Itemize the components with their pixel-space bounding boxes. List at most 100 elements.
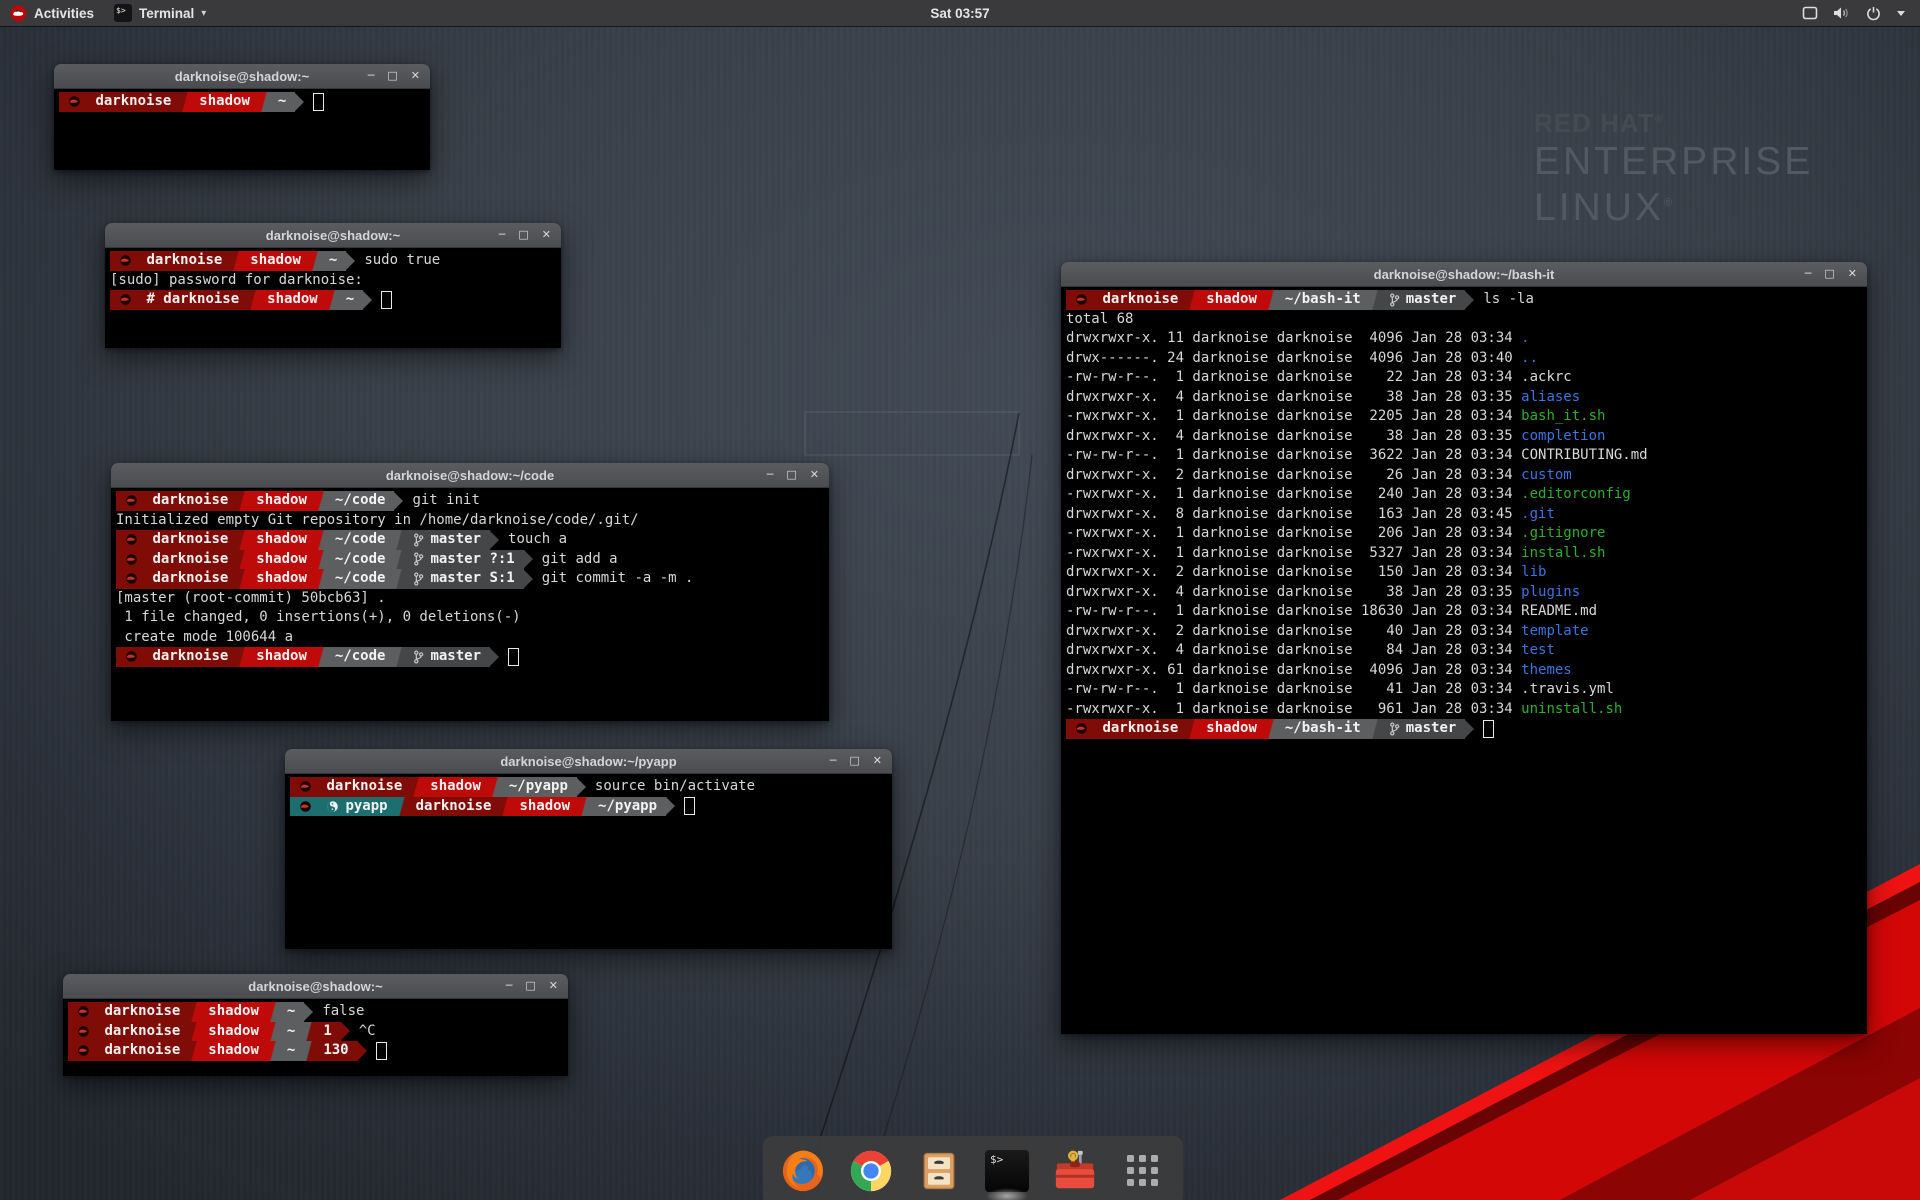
- terminal-output-line: -rw-rw-r--. 1 darknoise darknoise 22 Jan…: [1066, 368, 1862, 388]
- terminal-prompt-line: darknoiseshadow~/bash-itmasterls -la: [1066, 290, 1862, 310]
- minimize-button[interactable]: ─: [506, 974, 513, 998]
- terminal-content[interactable]: darknoiseshadow~sudo true[sudo] password…: [105, 248, 561, 348]
- redhat-icon: [119, 254, 132, 267]
- window-picker-icon[interactable]: [1802, 6, 1818, 20]
- titlebar[interactable]: darknoise@shadow:~/code─□✕: [111, 463, 829, 488]
- dock-item-chrome[interactable]: [846, 1144, 896, 1198]
- minimize-button[interactable]: ─: [767, 463, 774, 487]
- window-controls: ─ □ ✕: [499, 223, 561, 247]
- redhat-icon: [125, 650, 138, 663]
- titlebar[interactable]: darknoise@shadow:~/bash-it─ □ ✕: [1061, 262, 1867, 287]
- terminal-content[interactable]: darknoiseshadow~/pyappsource bin/activat…: [285, 774, 892, 949]
- titlebar[interactable]: darknoise@shadow:~/pyapp─□✕: [285, 749, 892, 774]
- maximize-button[interactable]: □: [1824, 262, 1834, 286]
- terminal-content[interactable]: darknoiseshadow~: [54, 89, 430, 170]
- terminal-command: source bin/activate: [595, 777, 755, 797]
- maximize-button[interactable]: □: [387, 64, 397, 88]
- clock[interactable]: Sat 03:57: [0, 6, 1920, 21]
- dock-item-firefox[interactable]: [778, 1144, 828, 1198]
- terminal-content[interactable]: darknoiseshadow~/bash-itmasterls -latota…: [1061, 287, 1867, 1034]
- prompt-segment-user: # darknoise: [110, 290, 248, 310]
- app-grid-icon: [1123, 1151, 1163, 1191]
- maximize-button[interactable]: □: [518, 223, 528, 247]
- minimize-button[interactable]: ─: [830, 749, 837, 773]
- dock-item-files[interactable]: [914, 1144, 964, 1198]
- close-button[interactable]: ✕: [549, 974, 558, 998]
- terminal-output-line: drwxrwxr-x. 11 darknoise darknoise 4096 …: [1066, 329, 1862, 349]
- dock: $>: [763, 1136, 1183, 1200]
- powerline-end-arrow: [1465, 720, 1474, 738]
- terminal-output-text: themes: [1521, 662, 1572, 678]
- terminal-prompt-line: # darknoiseshadow~: [110, 290, 556, 310]
- dock-item-terminal[interactable]: $>: [982, 1144, 1032, 1198]
- close-button[interactable]: ✕: [873, 749, 882, 773]
- terminal-content[interactable]: darknoiseshadow~/codegit initInitialized…: [111, 488, 829, 721]
- terminal-content[interactable]: darknoiseshadow~false darknoiseshadow~1^…: [63, 999, 568, 1076]
- terminal-prompt-line: darknoiseshadow~sudo true: [110, 251, 556, 271]
- powerline-separator: [316, 530, 326, 550]
- terminal-command: ls -la: [1483, 290, 1534, 310]
- minimize-button[interactable]: ─: [1805, 262, 1812, 286]
- redhat-icon: [299, 800, 312, 813]
- prompt-segment-status: 1: [314, 1022, 340, 1042]
- powerline-separator: [304, 1041, 314, 1061]
- maximize-button[interactable]: □: [849, 749, 859, 773]
- redhat-icon: [77, 1025, 90, 1038]
- prompt-segment-path: ~: [278, 1022, 304, 1042]
- app-menu[interactable]: $> Terminal ▾: [104, 0, 216, 26]
- terminal-output-line: drwxrwxr-x. 2 darknoise darknoise 26 Jan…: [1066, 466, 1862, 486]
- titlebar[interactable]: darknoise@shadow:~─□✕: [63, 974, 568, 999]
- maximize-button[interactable]: □: [786, 463, 796, 487]
- terminal-prompt-line: darknoiseshadow~: [59, 92, 425, 112]
- activities-button[interactable]: Activities: [0, 0, 104, 26]
- terminal-command: touch a: [508, 530, 567, 550]
- window-controls: ─ □ ✕: [368, 64, 430, 88]
- prompt-segment-host: shadow: [510, 797, 579, 817]
- minimize-button[interactable]: ─: [368, 64, 375, 88]
- running-indicator: [986, 1188, 1028, 1200]
- window-title: darknoise@shadow:~/bash-it: [1061, 267, 1867, 282]
- minimize-button[interactable]: ─: [499, 223, 506, 247]
- terminal-cursor: [508, 648, 519, 666]
- terminal-command: git add a: [542, 550, 618, 570]
- powerline-separator: [1187, 719, 1197, 739]
- titlebar[interactable]: darknoise@shadow:~─□✕: [54, 64, 430, 89]
- chevron-down-icon[interactable]: [1896, 9, 1906, 17]
- terminal-output-line: drwxrwxr-x. 4 darknoise darknoise 38 Jan…: [1066, 583, 1862, 603]
- powerline-separator: [310, 251, 320, 271]
- prompt-segment-branch: master: [404, 530, 490, 550]
- terminal-output-line: -rw-rw-r--. 1 darknoise darknoise 3622 J…: [1066, 446, 1862, 466]
- terminal-prompt-line: darknoiseshadow~1^C: [68, 1022, 563, 1042]
- volume-icon[interactable]: [1833, 6, 1851, 20]
- git-branch-icon: [413, 533, 424, 547]
- powerline-end-arrow: [346, 252, 355, 270]
- close-button[interactable]: ✕: [810, 463, 819, 487]
- close-button[interactable]: ✕: [542, 223, 551, 247]
- dock-item-toolbox[interactable]: [1050, 1144, 1100, 1198]
- terminal-output-line: drwxrwxr-x. 8 darknoise darknoise 163 Ja…: [1066, 505, 1862, 525]
- terminal-window-pyapp: darknoise@shadow:~/pyapp─□✕ darknoisesha…: [285, 749, 892, 949]
- close-button[interactable]: ✕: [411, 64, 420, 88]
- prompt-segment-user: darknoise: [68, 1022, 189, 1042]
- titlebar[interactable]: darknoise@shadow:~─□✕: [105, 223, 561, 248]
- system-tray[interactable]: [1788, 0, 1920, 26]
- terminal-output-line: -rw-rw-r--. 1 darknoise darknoise 41 Jan…: [1066, 680, 1862, 700]
- window-controls: ─ □ ✕: [1805, 262, 1867, 286]
- prompt-segment-host: shadow: [241, 251, 310, 271]
- terminal-output-text: drwxrwxr-x. 8 darknoise darknoise 163 Ja…: [1066, 506, 1521, 522]
- dock-item-app-grid[interactable]: [1118, 1144, 1168, 1198]
- terminal-command: sudo true: [364, 251, 440, 271]
- chevron-down-icon: ▾: [201, 8, 206, 19]
- terminal-output-text: .gitignore: [1521, 525, 1605, 541]
- terminal-output-text: drwxrwxr-x. 61 darknoise darknoise 4096 …: [1066, 662, 1521, 678]
- prompt-segment-status: 130: [314, 1041, 357, 1061]
- power-icon[interactable]: [1866, 6, 1881, 21]
- close-button[interactable]: ✕: [1848, 262, 1857, 286]
- terminal-output-text: .: [1521, 330, 1529, 346]
- redhat-icon: [77, 1044, 90, 1057]
- toolbox-icon: [1052, 1148, 1098, 1194]
- app-menu-label: Terminal: [139, 6, 194, 21]
- terminal-output-text: template: [1521, 623, 1588, 639]
- terminal-output-text: custom: [1521, 467, 1572, 483]
- maximize-button[interactable]: □: [525, 974, 535, 998]
